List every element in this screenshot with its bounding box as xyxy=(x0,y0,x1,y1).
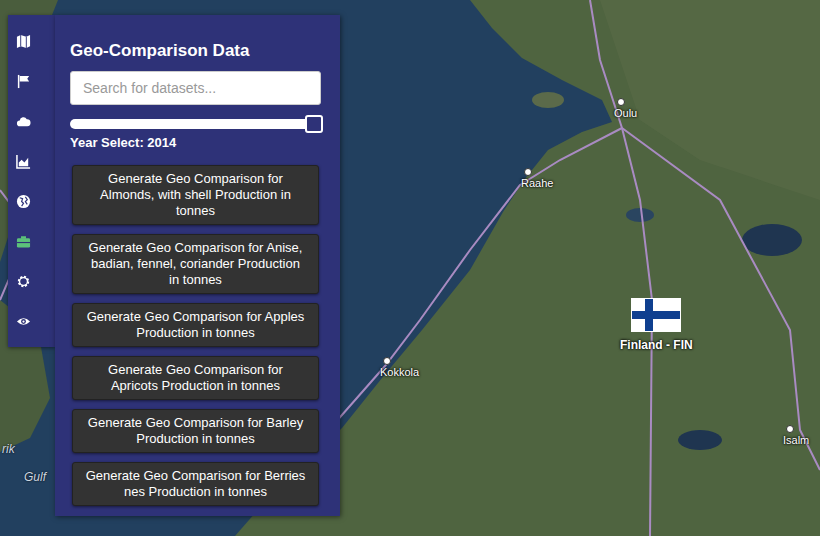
year-slider[interactable] xyxy=(70,115,321,129)
generate-comparison-button[interactable]: Generate Geo Comparison for Anise, badia… xyxy=(72,234,319,294)
tool-button[interactable] xyxy=(8,185,38,217)
map-icon[interactable] xyxy=(16,34,31,49)
dataset-search-input[interactable] xyxy=(70,71,321,105)
tool-button[interactable] xyxy=(8,225,38,257)
map-app: Oulu Raahe Kokkola Isalm Gulf rik Finland - FI… xyxy=(0,0,820,536)
city-label: Isalm xyxy=(783,425,809,447)
flag-icon[interactable] xyxy=(16,74,31,89)
generate-comparison-button[interactable]: Generate Geo Comparison for Apricots Pro… xyxy=(72,356,319,400)
tool-button[interactable] xyxy=(8,305,38,337)
city-dot xyxy=(786,425,794,433)
generate-comparison-button[interactable]: Generate Geo Comparison for Berries nes … xyxy=(72,462,319,506)
city-dot xyxy=(524,168,532,176)
city-dot xyxy=(617,98,625,106)
country-label: Finland - FIN xyxy=(620,338,693,352)
eye-icon[interactable] xyxy=(16,314,31,329)
city-label: Raahe xyxy=(521,168,553,190)
tool-button[interactable] xyxy=(8,265,38,297)
slider-track[interactable] xyxy=(70,119,323,129)
briefcase-icon[interactable] xyxy=(16,234,31,249)
tool-strip xyxy=(8,15,55,347)
city-dot xyxy=(383,357,391,365)
globe-icon[interactable] xyxy=(16,194,31,209)
area-chart-icon[interactable] xyxy=(16,154,31,169)
city-label: Oulu xyxy=(614,98,637,120)
generate-comparison-button[interactable]: Generate Geo Comparison for Barley Produ… xyxy=(72,409,319,453)
geo-comparison-panel: Geo-Comparison Data Year Select: 2014 Gene… xyxy=(55,15,340,516)
tool-button[interactable] xyxy=(8,65,38,97)
water-label: rik xyxy=(2,442,15,456)
tool-button[interactable] xyxy=(8,25,38,57)
water-label: Gulf xyxy=(24,470,46,484)
slider-handle[interactable] xyxy=(305,115,323,133)
country-marker[interactable]: Finland - FIN xyxy=(620,298,693,352)
side-panel: Geo-Comparison Data Year Select: 2014 Gene… xyxy=(8,15,340,516)
tool-button[interactable] xyxy=(8,105,38,137)
gear-icon[interactable] xyxy=(16,274,31,289)
cloud-icon[interactable] xyxy=(16,114,31,129)
year-label: Year Select: 2014 xyxy=(70,135,321,151)
finland-flag-icon[interactable] xyxy=(631,298,681,332)
city-label: Kokkola xyxy=(380,357,419,379)
panel-title: Geo-Comparison Data xyxy=(70,41,321,61)
generate-comparison-button[interactable]: Generate Geo Comparison for Apples Produ… xyxy=(72,303,319,347)
tool-button[interactable] xyxy=(8,145,38,177)
generate-comparison-button[interactable]: Generate Geo Comparison for Almonds, wit… xyxy=(72,165,319,225)
dataset-button-list: Generate Geo Comparison for Almonds, wit… xyxy=(70,165,321,506)
